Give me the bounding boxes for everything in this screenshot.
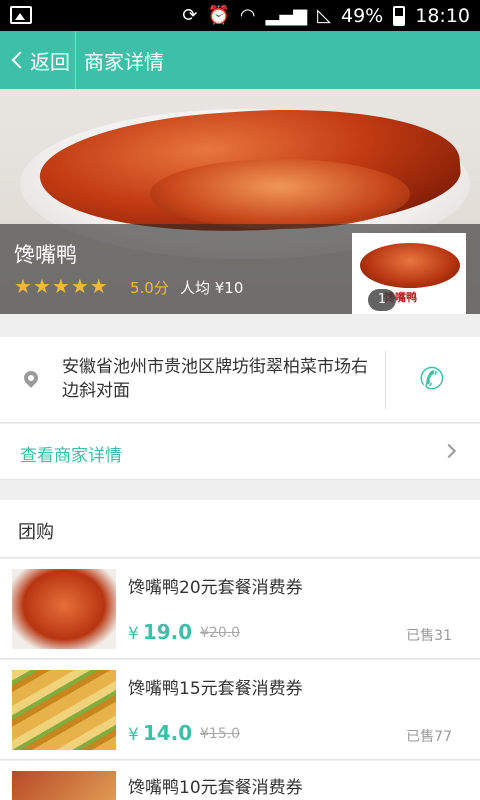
store-name: 馋嘴鸭 — [14, 243, 77, 267]
section-title: 团购 — [18, 522, 54, 543]
back-button[interactable]: 返回 — [0, 31, 76, 89]
deal-item[interactable]: 馋嘴鸭10元套餐消费券 — [0, 761, 480, 800]
store-banner[interactable]: 馋嘴鸭 ★ ★ ★ ★ ★ 5.0分 人均 ¥10 馋嘴鸭 1 — [0, 89, 480, 314]
store-detail-link[interactable]: 查看商家详情 — [0, 424, 480, 480]
group-buy-header: 团购 — [0, 500, 480, 558]
clock: 18:10 — [415, 4, 470, 27]
store-address[interactable]: 安徽省池州市贵池区牌坊街翠柏菜市场右边斜对面 — [62, 355, 372, 403]
page-title: 商家详情 — [84, 49, 164, 74]
star-icon: ★ — [70, 274, 89, 298]
alarm-icon: ⏰ — [207, 4, 230, 26]
app-header: 返回 商家详情 — [0, 31, 480, 89]
star-icon: ★ — [32, 274, 51, 298]
photo-count-badge: 1 — [368, 289, 396, 311]
location-pin-icon — [21, 368, 41, 388]
currency-symbol: ¥ — [128, 725, 139, 745]
deal-sold-count: 已售31 — [406, 628, 452, 644]
address-card: 安徽省池州市贵池区牌坊街翠柏菜市场右边斜对面 ✆ — [0, 337, 480, 423]
signal-empty-icon: ◺ — [317, 4, 331, 26]
average-price: 人均 ¥10 — [180, 279, 244, 297]
deal-price: ¥19.0 — [128, 620, 192, 644]
deal-price-value: 14.0 — [142, 721, 193, 745]
chevron-right-icon — [441, 443, 457, 459]
star-icon: ★ — [14, 274, 32, 298]
deal-sold-count: 已售77 — [406, 729, 452, 745]
star-icon: ★ — [51, 274, 70, 298]
back-label: 返回 — [30, 49, 70, 74]
deal-title: 馋嘴鸭10元套餐消费券 — [128, 778, 303, 798]
signal-icon: ▂▄▆ — [265, 4, 308, 26]
store-detail-label: 查看商家详情 — [20, 446, 122, 466]
rating-stars: ★ ★ ★ ★ ★ — [14, 276, 108, 296]
wifi-icon: ◠ — [239, 4, 256, 26]
deal-original-price: ¥15.0 — [200, 726, 241, 742]
deal-item[interactable]: 馋嘴鸭20元套餐消费券 ¥19.0 ¥20.0 已售31 — [0, 559, 480, 659]
divider — [385, 351, 386, 409]
deal-image — [12, 670, 116, 750]
deal-image — [12, 569, 116, 649]
chevron-left-icon — [11, 51, 29, 69]
status-bar: ⟳ ⏰ ◠ ▂▄▆ ◺ 49% 18:10 — [0, 0, 480, 31]
battery-percent: 49% — [341, 4, 384, 27]
roast-duck-highlight — [150, 159, 410, 229]
battery-icon — [393, 5, 406, 26]
currency-symbol: ¥ — [128, 624, 139, 644]
deal-original-price: ¥20.0 — [200, 625, 241, 641]
deal-price-value: 19.0 — [142, 620, 193, 644]
deal-price: ¥14.0 — [128, 721, 192, 745]
thumbnail-duck-image — [360, 243, 460, 288]
vibrate-icon: ⟳ — [182, 4, 198, 26]
gallery-notification-icon — [10, 6, 32, 24]
deal-title: 馋嘴鸭20元套餐消费券 — [128, 578, 303, 598]
deal-title: 馋嘴鸭15元套餐消费券 — [128, 679, 303, 699]
call-button[interactable]: ✆ — [412, 359, 452, 399]
rating-score: 5.0分 — [130, 279, 169, 297]
deal-item[interactable]: 馋嘴鸭15元套餐消费券 ¥14.0 ¥15.0 已售77 — [0, 660, 480, 760]
phone-icon: ✆ — [419, 361, 445, 397]
deal-image — [12, 771, 116, 800]
star-icon: ★ — [89, 274, 108, 298]
